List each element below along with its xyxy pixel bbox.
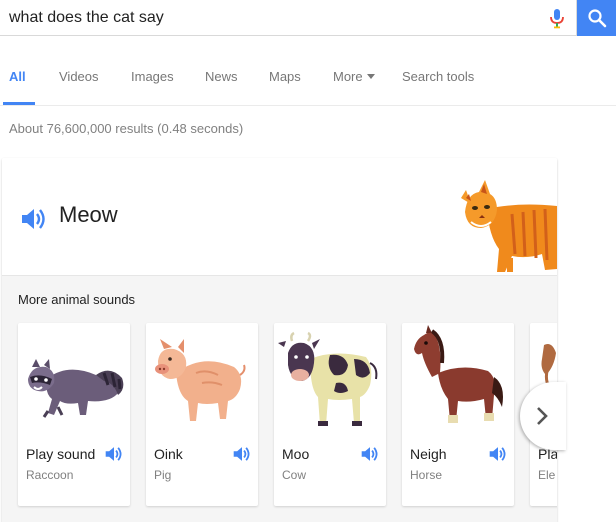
animal-card-cow[interactable]: Moo Cow — [274, 323, 386, 506]
animal-name: Cow — [282, 468, 307, 482]
search-tabs: All Videos Images News Maps More Search … — [0, 46, 616, 106]
tab-images[interactable]: Images — [131, 69, 174, 84]
tab-all[interactable]: All — [9, 69, 26, 84]
speaker-icon[interactable] — [488, 445, 508, 463]
search-bar — [0, 0, 616, 36]
animal-sound-label: Oink — [154, 446, 183, 462]
speaker-icon[interactable] — [104, 445, 124, 463]
caret-down-icon — [366, 74, 375, 79]
more-sounds-title: More animal sounds — [18, 292, 136, 307]
pig-illustration — [155, 339, 246, 421]
more-animal-sounds: More animal sounds Play sound Raccoon Oi… — [2, 276, 557, 522]
search-input[interactable] — [0, 0, 577, 36]
raccoon-illustration — [28, 359, 124, 418]
horse-illustration — [414, 325, 503, 423]
speaker-icon[interactable] — [360, 445, 380, 463]
tab-search-tools[interactable]: Search tools — [402, 69, 474, 84]
tab-news[interactable]: News — [205, 69, 238, 84]
animal-card-pig[interactable]: Oink Pig — [146, 323, 258, 506]
animal-card-horse[interactable]: Neigh Horse — [402, 323, 514, 506]
animal-sound-label: Neigh — [410, 446, 447, 462]
search-button[interactable] — [577, 0, 616, 36]
cow-illustration — [278, 331, 378, 426]
answer-sound: Meow — [59, 202, 118, 227]
answer-header: Meow — [2, 158, 557, 275]
tab-more-label: More — [333, 69, 363, 84]
magnifier-icon — [587, 9, 606, 28]
animal-name: Raccoon — [26, 468, 74, 482]
animal-sound-card: Meow More animal sounds Play sound Racco… — [2, 158, 557, 522]
speaker-icon[interactable] — [232, 445, 252, 463]
tab-more[interactable]: More — [333, 69, 375, 84]
speaker-icon[interactable] — [20, 206, 48, 232]
animal-sound-label: Play sound — [26, 446, 96, 462]
chevron-right-icon — [537, 407, 548, 425]
microphone-icon[interactable] — [547, 7, 567, 29]
animal-sound-label: Moo — [282, 446, 310, 462]
animal-name: Ele — [538, 468, 556, 482]
animal-name: Pig — [154, 468, 172, 482]
tab-videos[interactable]: Videos — [59, 69, 99, 84]
active-tab-indicator — [3, 102, 35, 105]
cat-illustration — [461, 180, 557, 272]
result-stats: About 76,600,000 results (0.48 seconds) — [9, 121, 244, 136]
animal-card-raccoon[interactable]: Play sound Raccoon — [18, 323, 130, 506]
tab-maps[interactable]: Maps — [269, 69, 301, 84]
animal-name: Horse — [410, 468, 443, 482]
